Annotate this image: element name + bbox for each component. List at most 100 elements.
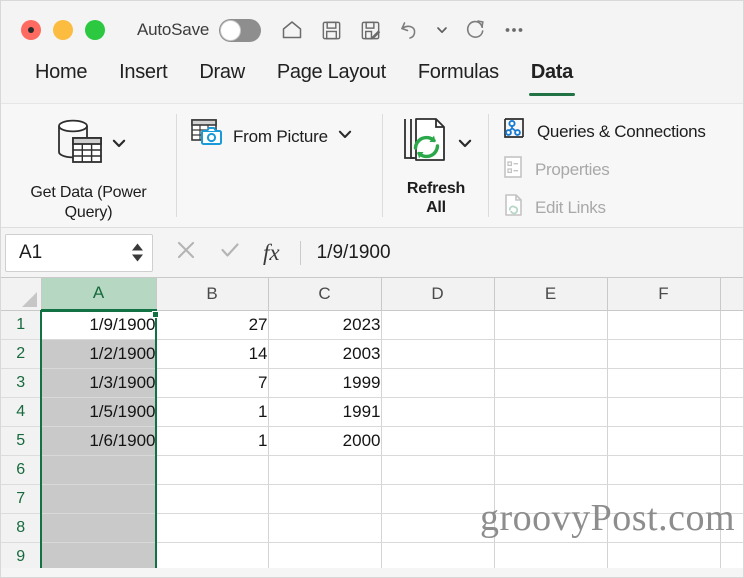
cell-a8[interactable] xyxy=(41,513,157,543)
cell-a9[interactable] xyxy=(41,542,157,568)
undo-dropdown-chevron-down-icon[interactable] xyxy=(435,24,449,36)
cell-a1[interactable]: 1/9/1900 xyxy=(41,310,157,340)
cell-c1[interactable]: 2023 xyxy=(268,310,382,340)
cell-f4[interactable] xyxy=(607,397,721,427)
row-header-7[interactable]: 7 xyxy=(1,484,42,514)
cell-f5[interactable] xyxy=(607,426,721,456)
cell-b5[interactable]: 1 xyxy=(156,426,269,456)
cell-g1[interactable] xyxy=(720,310,743,340)
cell-b4[interactable]: 1 xyxy=(156,397,269,427)
cell-f9[interactable] xyxy=(607,542,721,568)
cell-d7[interactable] xyxy=(381,484,495,514)
tab-insert[interactable]: Insert xyxy=(103,59,183,84)
cell-c3[interactable]: 1999 xyxy=(268,368,382,398)
column-header-g[interactable] xyxy=(720,278,743,311)
cell-b2[interactable]: 14 xyxy=(156,339,269,369)
redo-icon[interactable] xyxy=(462,17,488,43)
formula-input[interactable]: 1/9/1900 xyxy=(317,242,391,264)
cell-c9[interactable] xyxy=(268,542,382,568)
cell-e4[interactable] xyxy=(494,397,608,427)
column-header-d[interactable]: D xyxy=(381,278,495,311)
close-window-button[interactable] xyxy=(21,20,41,40)
cell-b1[interactable]: 27 xyxy=(156,310,269,340)
cell-d9[interactable] xyxy=(381,542,495,568)
cell-f1[interactable] xyxy=(607,310,721,340)
cell-g6[interactable] xyxy=(720,455,743,485)
row-header-6[interactable]: 6 xyxy=(1,455,42,485)
row-header-3[interactable]: 3 xyxy=(1,368,42,398)
cell-e9[interactable] xyxy=(494,542,608,568)
refresh-all-chevron-down-icon[interactable] xyxy=(457,135,473,156)
cell-b9[interactable] xyxy=(156,542,269,568)
tab-home[interactable]: Home xyxy=(19,59,103,84)
cell-a2[interactable]: 1/2/1900 xyxy=(41,339,157,369)
more-icon[interactable] xyxy=(501,17,527,43)
undo-icon[interactable] xyxy=(396,17,422,43)
cell-e8[interactable] xyxy=(494,513,608,543)
cell-b3[interactable]: 7 xyxy=(156,368,269,398)
cell-c8[interactable] xyxy=(268,513,382,543)
cell-c4[interactable]: 1991 xyxy=(268,397,382,427)
save-icon[interactable] xyxy=(318,17,344,43)
row-header-2[interactable]: 2 xyxy=(1,339,42,369)
tab-formulas[interactable]: Formulas xyxy=(402,59,515,84)
cell-e3[interactable] xyxy=(494,368,608,398)
row-header-8[interactable]: 8 xyxy=(1,513,42,543)
tab-draw[interactable]: Draw xyxy=(183,59,260,84)
save-as-icon[interactable] xyxy=(357,17,383,43)
row-header-5[interactable]: 5 xyxy=(1,426,42,456)
from-picture-chevron-down-icon[interactable] xyxy=(337,126,353,147)
cell-c5[interactable]: 2000 xyxy=(268,426,382,456)
cell-b8[interactable] xyxy=(156,513,269,543)
select-all-corner[interactable] xyxy=(1,278,42,311)
cell-e7[interactable] xyxy=(494,484,608,514)
cell-a7[interactable] xyxy=(41,484,157,514)
row-header-9[interactable]: 9 xyxy=(1,542,42,568)
row-header-1[interactable]: 1 xyxy=(1,310,42,340)
column-header-c[interactable]: C xyxy=(268,278,382,311)
cancel-icon[interactable] xyxy=(175,239,197,266)
cell-d2[interactable] xyxy=(381,339,495,369)
autosave-toggle[interactable] xyxy=(219,18,262,42)
cell-d4[interactable] xyxy=(381,397,495,427)
cell-b7[interactable] xyxy=(156,484,269,514)
cell-g7[interactable] xyxy=(720,484,743,514)
get-data-chevron-down-icon[interactable] xyxy=(111,135,127,156)
cell-f2[interactable] xyxy=(607,339,721,369)
minimize-window-button[interactable] xyxy=(53,20,73,40)
cell-e2[interactable] xyxy=(494,339,608,369)
cell-a4[interactable]: 1/5/1900 xyxy=(41,397,157,427)
tab-data[interactable]: Data xyxy=(515,59,589,96)
cell-g5[interactable] xyxy=(720,426,743,456)
home-icon[interactable] xyxy=(279,17,305,43)
cell-g2[interactable] xyxy=(720,339,743,369)
refresh-all-button[interactable]: Refresh All xyxy=(381,104,491,227)
cell-e1[interactable] xyxy=(494,310,608,340)
cell-f8[interactable] xyxy=(607,513,721,543)
queries-connections-button[interactable]: Queries & Connections xyxy=(501,116,706,147)
cell-f6[interactable] xyxy=(607,455,721,485)
cell-g9[interactable] xyxy=(720,542,743,568)
cell-g3[interactable] xyxy=(720,368,743,398)
check-icon[interactable] xyxy=(219,239,241,266)
from-picture-button[interactable]: From Picture xyxy=(176,104,381,227)
cell-d8[interactable] xyxy=(381,513,495,543)
cell-g8[interactable] xyxy=(720,513,743,543)
cell-f7[interactable] xyxy=(607,484,721,514)
get-data-button[interactable]: Get Data (Power Query) xyxy=(1,104,176,227)
cell-a5[interactable]: 1/6/1900 xyxy=(41,426,157,456)
maximize-window-button[interactable] xyxy=(85,20,105,40)
cell-c6[interactable] xyxy=(268,455,382,485)
insert-function-icon[interactable]: fx xyxy=(263,240,280,266)
cell-b6[interactable] xyxy=(156,455,269,485)
row-header-4[interactable]: 4 xyxy=(1,397,42,427)
cell-a6[interactable] xyxy=(41,455,157,485)
cell-e5[interactable] xyxy=(494,426,608,456)
cell-e6[interactable] xyxy=(494,455,608,485)
cell-c2[interactable]: 2003 xyxy=(268,339,382,369)
column-header-f[interactable]: F xyxy=(607,278,721,311)
cell-d5[interactable] xyxy=(381,426,495,456)
cell-d3[interactable] xyxy=(381,368,495,398)
column-header-e[interactable]: E xyxy=(494,278,608,311)
name-box[interactable]: A1 xyxy=(5,233,153,272)
